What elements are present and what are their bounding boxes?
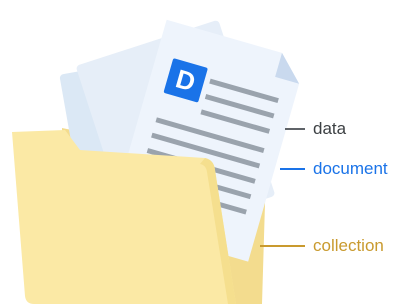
collection-leader-line [260,245,305,247]
data-label: data [313,119,347,138]
collection-label: collection [313,236,384,255]
document-label: document [313,159,388,178]
data-leader-line [285,128,305,130]
document-leader-line [280,168,305,170]
folder-with-documents-illustration: D [12,19,300,304]
data-model-illustration: D data document collection [0,0,403,304]
